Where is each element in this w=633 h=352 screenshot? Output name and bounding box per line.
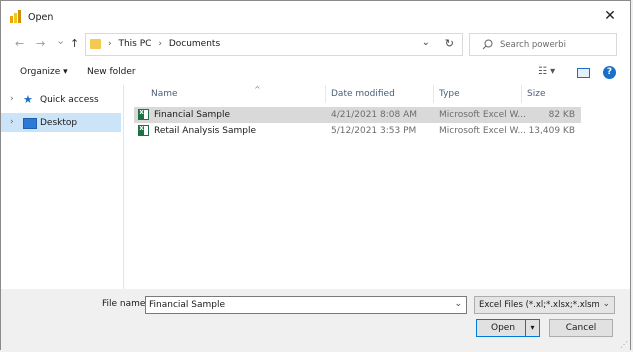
navigation-bar: ← → ⌄ ↑ › This PC › Documents ⌄ ↻ Search… bbox=[1, 31, 630, 59]
file-name: Financial Sample bbox=[154, 110, 231, 120]
file-size: 82 KB bbox=[548, 110, 575, 120]
help-icon[interactable]: ? bbox=[603, 66, 616, 79]
file-date: 5/12/2021 3:53 PM bbox=[331, 126, 417, 136]
column-header-label: Name bbox=[151, 89, 178, 99]
expand-chevron-icon[interactable]: › bbox=[10, 94, 14, 104]
file-list: Name ^ Date modified Type Size Financial… bbox=[124, 85, 630, 289]
chevron-down-icon[interactable]: ⌄ bbox=[602, 299, 610, 309]
column-separator[interactable] bbox=[325, 85, 326, 103]
preview-pane-icon[interactable] bbox=[577, 68, 590, 78]
file-name-value: Financial Sample bbox=[149, 300, 226, 310]
open-dialog: Open ✕ ← → ⌄ ↑ › This PC › Documents ⌄ ↻… bbox=[0, 0, 631, 351]
file-type-select[interactable]: Excel Files (*.xl;*.xlsx;*.xlsm;*.xl ⌄ bbox=[474, 296, 615, 314]
excel-file-icon bbox=[138, 108, 149, 120]
cancel-button[interactable]: Cancel bbox=[549, 319, 613, 337]
dialog-footer: File name: Financial Sample ⌄ Excel File… bbox=[1, 289, 630, 351]
sidebar-item-desktop[interactable]: › Desktop bbox=[1, 113, 121, 132]
open-button[interactable]: Open ▾ bbox=[476, 319, 540, 337]
search-icon bbox=[482, 39, 493, 50]
open-button-label: Open bbox=[491, 323, 516, 333]
file-name-label: File name: bbox=[102, 299, 149, 309]
forward-button[interactable]: → bbox=[36, 37, 45, 50]
file-type: Microsoft Excel W... bbox=[439, 126, 526, 136]
sidebar-item-quick-access[interactable]: › ★ Quick access bbox=[1, 90, 121, 109]
file-row-retail-analysis-sample[interactable]: Retail Analysis Sample 5/12/2021 3:53 PM… bbox=[134, 123, 581, 139]
recent-locations-button[interactable]: ⌄ bbox=[56, 34, 65, 47]
file-name: Retail Analysis Sample bbox=[154, 126, 256, 136]
excel-file-icon bbox=[138, 124, 149, 136]
open-split-dropdown-icon[interactable]: ▾ bbox=[525, 320, 539, 336]
up-button[interactable]: ↑ bbox=[70, 37, 79, 50]
address-dropdown-icon[interactable]: ⌄ bbox=[422, 37, 430, 48]
change-view-icon[interactable]: ☷ ▾ bbox=[538, 66, 555, 77]
search-box[interactable]: Search powerbi bbox=[469, 33, 617, 56]
file-type-value: Excel Files (*.xl;*.xlsx;*.xlsm;*.xl bbox=[479, 300, 599, 310]
breadcrumb-documents[interactable]: Documents bbox=[169, 39, 220, 49]
refresh-icon[interactable]: ↻ bbox=[445, 37, 454, 50]
search-placeholder: Search powerbi bbox=[500, 40, 566, 50]
back-button[interactable]: ← bbox=[15, 37, 24, 50]
breadcrumb-separator: › bbox=[108, 39, 112, 49]
file-type: Microsoft Excel W... bbox=[439, 110, 526, 120]
sidebar-item-label: Quick access bbox=[40, 95, 99, 105]
sidebar-item-label: Desktop bbox=[40, 118, 78, 128]
resize-grip-icon[interactable]: ⋰ bbox=[620, 340, 628, 349]
command-bar: Organize ▾ New folder ☷ ▾ ? bbox=[1, 60, 630, 84]
file-name-input[interactable]: Financial Sample ⌄ bbox=[145, 296, 467, 314]
column-separator[interactable] bbox=[521, 85, 522, 103]
expand-chevron-icon[interactable]: › bbox=[10, 117, 14, 127]
organize-button[interactable]: Organize ▾ bbox=[20, 67, 68, 77]
column-header-date[interactable]: Date modified bbox=[331, 89, 395, 99]
breadcrumb-separator: › bbox=[158, 39, 162, 49]
column-separator[interactable] bbox=[433, 85, 434, 103]
breadcrumb: › This PC › Documents bbox=[104, 39, 220, 49]
folder-icon bbox=[90, 39, 101, 49]
title-bar: Open ✕ bbox=[1, 1, 630, 31]
chevron-down-icon[interactable]: ⌄ bbox=[454, 299, 462, 309]
navigation-pane: › ★ Quick access › Desktop bbox=[1, 85, 123, 289]
star-icon: ★ bbox=[23, 93, 33, 106]
window-title: Open bbox=[28, 12, 54, 23]
file-date: 4/21/2021 8:08 AM bbox=[331, 110, 418, 120]
address-bar[interactable]: › This PC › Documents ⌄ ↻ bbox=[85, 33, 463, 56]
new-folder-button[interactable]: New folder bbox=[87, 67, 136, 77]
breadcrumb-this-pc[interactable]: This PC bbox=[118, 39, 151, 49]
close-button[interactable]: ✕ bbox=[590, 1, 630, 31]
column-header-name[interactable]: Name ^ bbox=[151, 85, 261, 99]
column-header-type[interactable]: Type bbox=[439, 89, 460, 99]
desktop-icon bbox=[23, 118, 37, 129]
file-size: 13,409 KB bbox=[528, 126, 575, 136]
file-row-financial-sample[interactable]: Financial Sample 4/21/2021 8:08 AM Micro… bbox=[134, 107, 581, 123]
column-header-size[interactable]: Size bbox=[527, 89, 545, 99]
sort-ascending-icon: ^ bbox=[254, 85, 261, 94]
power-bi-icon bbox=[10, 10, 21, 23]
